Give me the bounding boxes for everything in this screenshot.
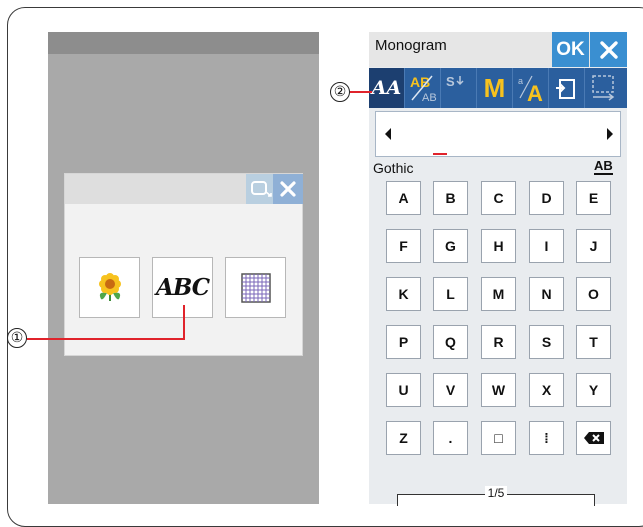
ab-layout-icon[interactable]: AB AB <box>405 68 441 108</box>
size-m-icon[interactable]: M <box>477 68 513 108</box>
cursor-right-icon[interactable] <box>600 112 620 156</box>
callout-2: ② <box>330 82 350 102</box>
key-v[interactable]: V <box>433 373 468 407</box>
grid-icon <box>240 272 271 303</box>
key-narrow-space[interactable]: ⁞ <box>529 421 564 455</box>
abc-script-icon: ABC <box>155 274 210 301</box>
key-r[interactable]: R <box>481 325 516 359</box>
key-t[interactable]: T <box>576 325 611 359</box>
key-c[interactable]: C <box>481 181 516 215</box>
page-number: 1/5 <box>484 486 508 500</box>
key-e[interactable]: E <box>576 181 611 215</box>
key-k[interactable]: K <box>386 277 421 311</box>
key-o[interactable]: O <box>576 277 611 311</box>
key-a[interactable]: A <box>386 181 421 215</box>
key-s[interactable]: S <box>529 325 564 359</box>
svg-text:a: a <box>518 76 523 86</box>
page-indicator: 1/5 <box>397 486 595 506</box>
ok-button[interactable]: OK <box>552 32 589 67</box>
backspace-icon[interactable] <box>576 421 611 455</box>
svg-text:S: S <box>446 74 455 89</box>
grid-button[interactable] <box>225 257 286 318</box>
embroidery-design-button[interactable] <box>79 257 140 318</box>
close-icon[interactable] <box>273 174 303 204</box>
dashed-arrange-icon[interactable] <box>585 68 621 108</box>
size-s-icon[interactable]: S <box>441 68 477 108</box>
key-g[interactable]: G <box>433 229 468 263</box>
monogram-screen: Monogram OK AA AB AB S M a A Gothic AB A… <box>369 32 627 506</box>
key-w[interactable]: W <box>481 373 516 407</box>
case-toggle-button[interactable]: AB <box>594 159 613 175</box>
screen-title: Monogram <box>375 37 447 54</box>
text-cursor <box>433 153 447 155</box>
callout-1: ① <box>7 328 27 348</box>
key-f[interactable]: F <box>386 229 421 263</box>
key-x[interactable]: X <box>529 373 564 407</box>
key-p[interactable]: P <box>386 325 421 359</box>
key-m[interactable]: M <box>481 277 516 311</box>
open-file-icon[interactable] <box>549 68 585 108</box>
key-z[interactable]: Z <box>386 421 421 455</box>
callout-1-leader <box>27 338 185 340</box>
monogram-text-field[interactable] <box>375 111 621 157</box>
key-l[interactable]: L <box>433 277 468 311</box>
key-n[interactable]: N <box>529 277 564 311</box>
key-h[interactable]: H <box>481 229 516 263</box>
key-y[interactable]: Y <box>576 373 611 407</box>
script-aa-icon[interactable]: AA <box>369 68 405 108</box>
callout-1-leader-vertical <box>183 305 185 339</box>
svg-text:AB: AB <box>422 92 437 104</box>
key-q[interactable]: Q <box>433 325 468 359</box>
left-screen-top-strip <box>48 32 319 54</box>
small-large-a-icon[interactable]: a A <box>513 68 549 108</box>
key-b[interactable]: B <box>433 181 468 215</box>
cursor-left-icon[interactable] <box>378 112 398 156</box>
key-i[interactable]: I <box>529 229 564 263</box>
key-space[interactable]: □ <box>481 421 516 455</box>
key-u[interactable]: U <box>386 373 421 407</box>
key-j[interactable]: J <box>576 229 611 263</box>
callout-2-leader <box>350 91 372 93</box>
key-period[interactable]: . <box>433 421 468 455</box>
key-d[interactable]: D <box>529 181 564 215</box>
font-name: Gothic <box>373 160 414 176</box>
close-icon[interactable] <box>590 32 627 67</box>
flower-icon <box>98 272 121 301</box>
monogram-toolbar: AA AB AB S M a A <box>369 68 627 108</box>
svg-text:A: A <box>527 81 543 104</box>
